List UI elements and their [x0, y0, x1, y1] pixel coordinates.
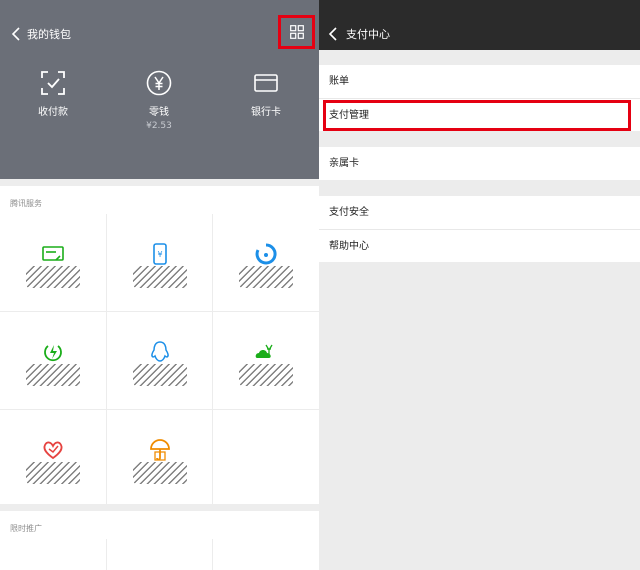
bank-card-icon: [226, 70, 306, 96]
wealth-management-icon: [254, 242, 278, 266]
divider: [212, 539, 213, 570]
section-title: 限时推广: [10, 524, 42, 533]
service-tile[interactable]: ¥: [107, 214, 213, 312]
wallet-item-label: 零钱: [149, 107, 169, 118]
wallet-screen: 我的钱包 收付款 零钱 ¥2.53 银行卡 腾讯服务 ¥ 限时推广: [0, 0, 319, 570]
top-bar: 支付中心: [319, 0, 640, 50]
service-tile[interactable]: [0, 214, 107, 312]
redacted-label: [239, 266, 293, 288]
grid-icon: [289, 25, 304, 39]
redacted-label: [239, 364, 293, 386]
wallet-item-pay[interactable]: 收付款: [13, 70, 93, 118]
highlight-box: [323, 100, 631, 131]
redacted-label: [132, 364, 187, 386]
credit-card-repay-icon: [41, 242, 65, 266]
yuan-coin-icon: [119, 70, 199, 96]
svg-text:¥: ¥: [157, 250, 162, 259]
qq-penguin-icon: [148, 340, 172, 364]
redacted-label: [132, 266, 187, 288]
wallet-item-bank-card[interactable]: 银行卡: [226, 70, 306, 118]
back-arrow-icon[interactable]: [8, 24, 28, 44]
divider: [106, 539, 107, 570]
redacted-label: [26, 266, 80, 288]
utilities-lightning-icon: [41, 340, 65, 364]
redacted-label: [26, 364, 80, 386]
balance-amount: ¥2.53: [146, 121, 172, 131]
service-tile[interactable]: [107, 410, 213, 504]
page-title: 我的钱包: [27, 28, 71, 41]
promo-section: 限时推广: [0, 511, 319, 570]
page-title: 支付中心: [346, 28, 390, 41]
redacted-label: [132, 462, 187, 484]
service-tile[interactable]: [213, 214, 319, 312]
grid-menu-button[interactable]: [278, 15, 315, 49]
section-title: 腾讯服务: [10, 199, 42, 208]
services-section: 腾讯服务 ¥: [0, 186, 319, 504]
insurance-umbrella-icon: [148, 438, 172, 462]
wallet-header: 我的钱包 收付款 零钱 ¥2.53 银行卡: [0, 0, 319, 179]
service-tile[interactable]: [0, 312, 107, 410]
service-tile[interactable]: [0, 410, 107, 504]
wallet-item-change[interactable]: 零钱 ¥2.53: [119, 70, 199, 131]
menu-item-payment-security[interactable]: 支付安全: [319, 196, 640, 229]
service-tile[interactable]: [107, 312, 213, 410]
wallet-item-label: 收付款: [38, 107, 68, 118]
settings-group: 亲属卡: [319, 147, 640, 180]
back-arrow-icon[interactable]: [325, 24, 345, 44]
pay-center-screen: 支付中心 账单 支付管理 亲属卡 支付安全 帮助中心: [319, 0, 640, 570]
service-tile[interactable]: [213, 312, 319, 410]
charity-heart-icon: [41, 438, 65, 462]
menu-item-help-center[interactable]: 帮助中心: [319, 229, 640, 262]
menu-item-family-card[interactable]: 亲属卡: [319, 147, 640, 180]
wallet-item-label: 银行卡: [251, 107, 281, 118]
service-tile-empty: [213, 410, 319, 504]
city-service-icon: [254, 340, 278, 364]
settings-group: 支付安全 帮助中心: [319, 196, 640, 262]
redacted-label: [26, 462, 80, 484]
scan-pay-icon: [13, 70, 93, 96]
phone-recharge-icon: ¥: [148, 242, 172, 266]
menu-item-bills[interactable]: 账单: [319, 65, 640, 98]
